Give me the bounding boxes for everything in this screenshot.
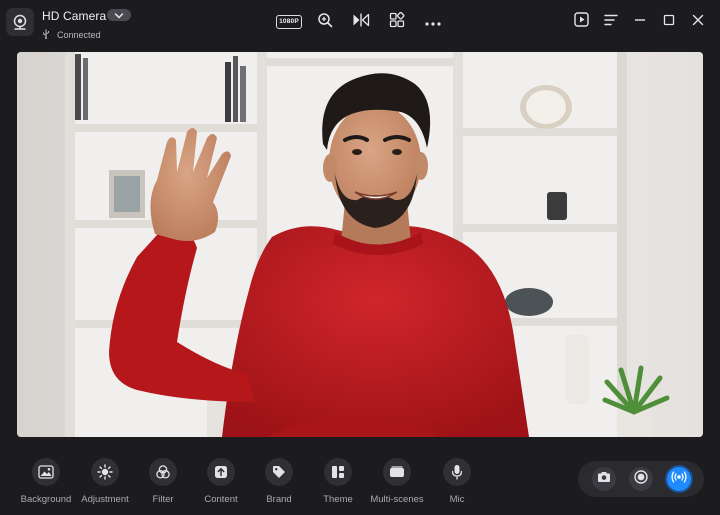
multi-scenes-button[interactable]: Multi-scenes <box>365 458 429 505</box>
zoom-button[interactable] <box>314 11 336 33</box>
mirror-icon <box>352 12 370 33</box>
brand-label: Brand <box>266 494 292 505</box>
mic-label: Mic <box>449 494 465 505</box>
status-text: Connected <box>57 30 101 40</box>
play-gallery-icon <box>574 12 589 32</box>
connection-status: Connected <box>42 26 101 44</box>
webcam-logo-icon <box>6 8 34 36</box>
mirror-button[interactable] <box>350 11 372 33</box>
theme-button[interactable]: Theme <box>306 458 370 505</box>
broadcast-icon <box>671 470 687 489</box>
theme-label: Theme <box>323 494 353 505</box>
menu-icon <box>603 13 618 31</box>
close-icon <box>692 13 704 31</box>
background-button[interactable]: Background <box>14 458 78 505</box>
layout-button[interactable] <box>386 11 408 33</box>
background-label: Background <box>20 494 72 505</box>
mic-button[interactable]: Mic <box>425 458 489 505</box>
camera-icon <box>597 470 611 488</box>
minimize-button[interactable] <box>625 11 654 33</box>
live-stream-button[interactable] <box>667 467 691 491</box>
chevron-down-icon <box>114 6 124 24</box>
camera-dropdown-button[interactable] <box>107 9 131 21</box>
snapshot-button[interactable] <box>592 467 616 491</box>
image-icon <box>32 458 60 486</box>
multi-scenes-label: Multi-scenes <box>370 494 424 505</box>
resolution-badge: 1080P <box>276 15 302 29</box>
upload-icon <box>207 458 235 486</box>
menu-button[interactable] <box>596 11 625 33</box>
usb-icon <box>42 26 50 44</box>
capture-controls <box>578 461 704 497</box>
more-button[interactable] <box>422 11 444 33</box>
maximize-button[interactable] <box>654 11 683 33</box>
title-bar: HD Camera Connected 1080P <box>0 0 720 44</box>
sun-icon <box>91 458 119 486</box>
resolution-button[interactable]: 1080P <box>274 11 304 33</box>
record-button[interactable] <box>629 467 653 491</box>
bottom-toolbar: Background Adjustment Filter Content Bra… <box>0 446 720 515</box>
close-button[interactable] <box>683 11 712 33</box>
grid-icon <box>324 458 352 486</box>
zoom-in-icon <box>317 12 333 33</box>
content-label: Content <box>204 494 238 505</box>
adjustment-label: Adjustment <box>81 494 129 505</box>
more-dots-icon <box>425 13 441 31</box>
adjustment-button[interactable]: Adjustment <box>73 458 137 505</box>
minimize-icon <box>634 13 646 31</box>
window-controls <box>567 11 712 33</box>
apps-grid-icon <box>389 11 405 33</box>
camera-preview[interactable] <box>17 52 703 437</box>
preview-tools: 1080P <box>274 11 444 33</box>
brand-button[interactable]: Brand <box>247 458 311 505</box>
filter-icon <box>149 458 177 486</box>
app-title: HD Camera <box>42 9 107 23</box>
filter-label: Filter <box>152 494 174 505</box>
tag-icon <box>265 458 293 486</box>
record-icon <box>634 469 648 489</box>
gallery-button[interactable] <box>567 11 596 33</box>
content-button[interactable]: Content <box>189 458 253 505</box>
filter-button[interactable]: Filter <box>131 458 195 505</box>
maximize-icon <box>663 13 675 31</box>
scenes-icon <box>383 458 411 486</box>
camera-feed-image <box>17 52 703 437</box>
mic-icon <box>443 458 471 486</box>
